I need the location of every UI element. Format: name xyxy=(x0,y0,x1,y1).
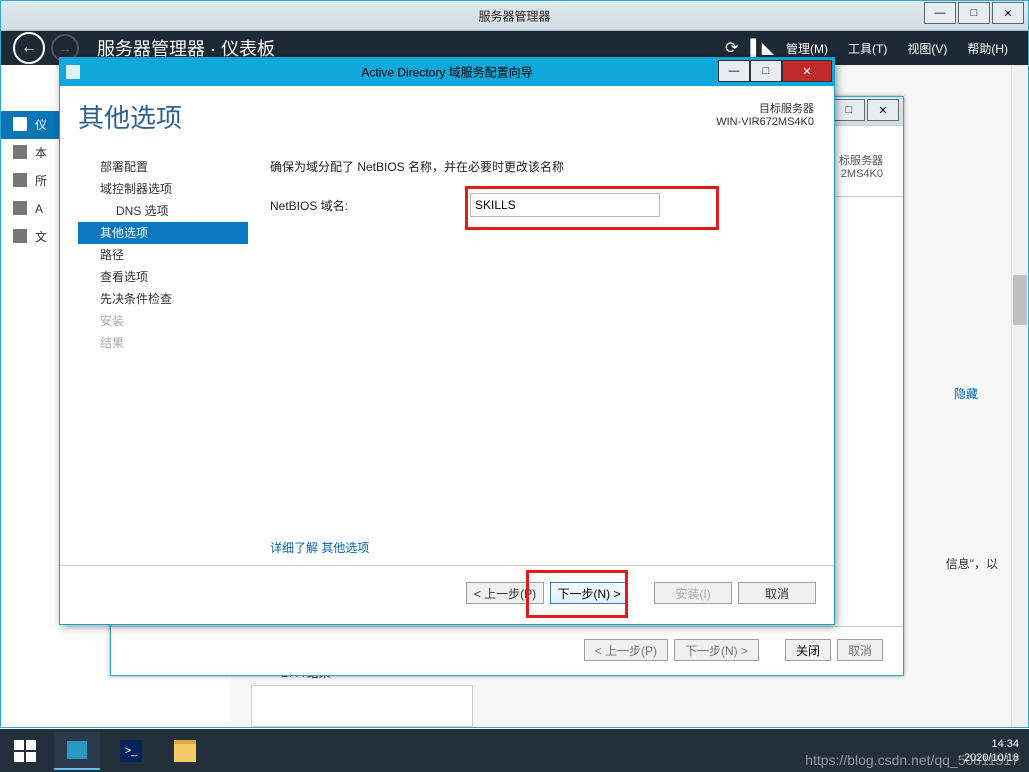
minimize-button[interactable]: — xyxy=(924,2,956,24)
maximize-button[interactable]: □ xyxy=(833,99,865,121)
sidebar-item-label: 所 xyxy=(35,174,47,188)
nav-prereq[interactable]: 先决条件检查 xyxy=(78,288,248,310)
info-text: 信息"，以 xyxy=(946,555,998,572)
adds-titlebar[interactable]: Active Directory 域服务配置向导 — □ ✕ xyxy=(60,58,834,86)
nav-dns-options[interactable]: DNS 选项 xyxy=(78,200,248,222)
nav-dc-options[interactable]: 域控制器选项 xyxy=(78,178,248,200)
wizard-nav: 部署配置 域控制器选项 DNS 选项 其他选项 路径 查看选项 先决条件检查 安… xyxy=(78,156,248,354)
netbios-label: NetBIOS 域名: xyxy=(270,197,470,214)
menu-tools[interactable]: 工具(T) xyxy=(848,40,887,57)
menu-manage[interactable]: 管理(M) xyxy=(786,40,828,57)
bpa-card xyxy=(251,685,473,727)
page-title: 其他选项 xyxy=(78,98,182,135)
taskbar: >_ 14:34 2020/10/18 https://blog.csdn.ne… xyxy=(0,729,1029,772)
server-manager-titlebar[interactable]: 服务器管理器 — □ ✕ xyxy=(1,1,1028,31)
instruction-text: 确保为域分配了 NetBIOS 名称，并在必要时更改该名称 xyxy=(270,158,814,175)
cancel-button[interactable]: 取消 xyxy=(837,639,883,661)
adds-title: Active Directory 域服务配置向导 xyxy=(361,64,532,81)
minimize-button[interactable]: — xyxy=(718,60,750,82)
task-powershell[interactable]: >_ xyxy=(108,733,154,769)
install-button: 安装(I) xyxy=(654,582,732,604)
sidebar-item-label: 仪 xyxy=(35,118,47,132)
explorer-icon xyxy=(174,740,196,762)
hide-link[interactable]: 隐藏 xyxy=(954,385,978,402)
target-server-name: WIN-VIR672MS4K0 xyxy=(716,116,814,128)
windows-icon xyxy=(14,740,36,762)
close-button[interactable]: 关闭 xyxy=(785,639,831,661)
cancel-button[interactable]: 取消 xyxy=(738,582,816,604)
maximize-button[interactable]: □ xyxy=(958,2,990,24)
wizard-content: 确保为域分配了 NetBIOS 名称，并在必要时更改该名称 NetBIOS 域名… xyxy=(270,158,814,566)
server-icon xyxy=(13,145,27,159)
prev-button[interactable]: < 上一步(P) xyxy=(466,582,544,604)
target-server-label: 目标服务器 xyxy=(759,103,814,115)
next-button[interactable]: 下一步(N) > xyxy=(550,582,628,604)
more-info-link[interactable]: 详细了解 其他选项 xyxy=(270,539,369,556)
sidebar-item-label: 文 xyxy=(35,230,47,244)
target-server-label: 标服务器 2MS4K0 xyxy=(839,152,883,180)
nav-result: 结果 xyxy=(78,332,248,354)
scrollbar-thumb[interactable] xyxy=(1013,275,1027,325)
nav-review[interactable]: 查看选项 xyxy=(78,266,248,288)
adds-config-wizard: Active Directory 域服务配置向导 — □ ✕ 其他选项 目标服务… xyxy=(59,57,835,625)
nav-deploy[interactable]: 部署配置 xyxy=(78,156,248,178)
task-explorer[interactable] xyxy=(162,733,208,769)
sidebar-item-label: 本 xyxy=(35,146,47,160)
close-button[interactable]: ✕ xyxy=(782,60,832,82)
close-button[interactable]: ✕ xyxy=(867,99,899,121)
dashboard-icon xyxy=(13,117,27,131)
close-button[interactable]: ✕ xyxy=(992,2,1024,24)
menu-help[interactable]: 帮助(H) xyxy=(967,40,1008,57)
next-button[interactable]: 下一步(N) > xyxy=(674,639,759,661)
watermark: https://blog.csdn.net/qq_50811517 xyxy=(805,752,1019,768)
back-icon[interactable]: ← xyxy=(13,32,45,64)
sidebar-item-label: A xyxy=(35,202,43,216)
start-button[interactable] xyxy=(0,729,50,772)
adds-icon xyxy=(13,201,27,215)
target-server-info: 目标服务器 WIN-VIR672MS4K0 xyxy=(716,100,814,128)
server-manager-title: 服务器管理器 xyxy=(478,7,550,24)
files-icon xyxy=(13,229,27,243)
app-icon xyxy=(66,65,80,79)
netbios-input[interactable] xyxy=(470,193,660,217)
tray-time: 14:34 xyxy=(991,738,1019,750)
scrollbar[interactable] xyxy=(1011,65,1028,727)
nav-other-options[interactable]: 其他选项 xyxy=(78,222,248,244)
powershell-icon: >_ xyxy=(120,740,142,762)
menu-view[interactable]: 视图(V) xyxy=(907,40,947,57)
task-server-manager[interactable] xyxy=(54,732,100,770)
server-manager-icon xyxy=(67,741,87,759)
refresh-icon[interactable]: ⟳ xyxy=(725,38,738,58)
nav-install: 安装 xyxy=(78,310,248,332)
nav-path[interactable]: 路径 xyxy=(78,244,248,266)
flag-icon[interactable]: ▌◣ xyxy=(750,38,774,58)
prev-button[interactable]: < 上一步(P) xyxy=(584,639,668,661)
servers-icon xyxy=(13,173,27,187)
maximize-button[interactable]: □ xyxy=(750,60,782,82)
